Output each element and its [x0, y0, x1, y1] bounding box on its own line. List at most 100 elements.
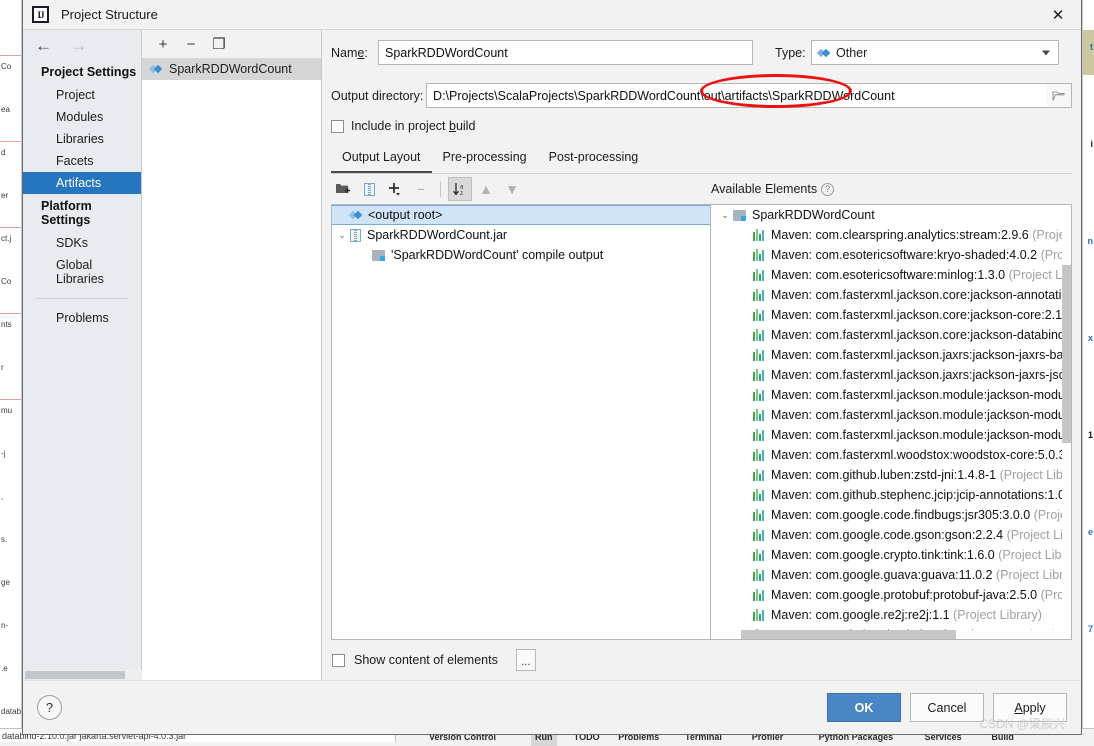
- arrow-right-icon[interactable]: →: [70, 37, 87, 54]
- background-text-fragment: ,: [1, 492, 4, 501]
- tree-row[interactable]: Maven: com.google.guava:guava:11.0.2 (Pr…: [711, 565, 1071, 585]
- background-text-fragment: ge: [1, 578, 10, 587]
- sidebar-item-facets[interactable]: Facets: [23, 150, 141, 172]
- archive-icon[interactable]: [357, 177, 381, 201]
- tree-row-source: (Project Librar: [996, 468, 1072, 482]
- tree-row[interactable]: Maven: com.github.stephenc.jcip:jcip-ann…: [711, 485, 1071, 505]
- library-icon: [753, 329, 765, 341]
- remove-artifact-button[interactable]: −: [180, 33, 202, 55]
- module-output-icon: [733, 209, 746, 221]
- sidebar-item-sdks[interactable]: SDKs: [23, 232, 141, 254]
- tab-post-processing[interactable]: Post-processing: [538, 146, 650, 173]
- background-text-fragment: d: [1, 148, 6, 157]
- tree-row[interactable]: Maven: com.google.crypto.tink:tink:1.6.0…: [711, 545, 1071, 565]
- background-text-fragment: ea: [1, 105, 10, 114]
- arrow-down-icon[interactable]: ▼: [500, 177, 524, 201]
- tab-output-layout[interactable]: Output Layout: [331, 146, 432, 173]
- name-input[interactable]: SparkRDDWordCount: [378, 40, 753, 65]
- output-directory-input[interactable]: D:\Projects\ScalaProjects\SparkRDDWordCo…: [426, 83, 1047, 108]
- minus-icon[interactable]: −: [409, 177, 433, 201]
- tree-row[interactable]: Maven: com.google.code.findbugs:jsr305:3…: [711, 505, 1071, 525]
- chevron-down-icon: [1042, 50, 1050, 55]
- tree-row[interactable]: ⌄ SparkRDDWordCount.jar: [332, 225, 710, 245]
- tree-row[interactable]: Maven: com.fasterxml.jackson.module:jack…: [711, 425, 1071, 445]
- sidebar-item-global-libraries[interactable]: Global Libraries: [23, 254, 141, 290]
- ok-button[interactable]: OK: [827, 693, 901, 722]
- tree-row-source: (Project Library: [992, 568, 1072, 582]
- library-icon: [753, 569, 765, 581]
- chevron-down-icon[interactable]: ⌄: [334, 230, 350, 241]
- sidebar-item-problems[interactable]: Problems: [23, 307, 141, 329]
- available-vertical-scrollbar[interactable]: [1062, 205, 1071, 639]
- sidebar-item-project[interactable]: Project: [23, 84, 141, 106]
- sidebar-list: Project Settings Project Modules Libraries F…: [23, 60, 141, 329]
- artifact-tabs: Output Layout Pre-processing Post-processi…: [331, 146, 1072, 174]
- show-content-row: Show content of elements ...: [331, 640, 1072, 680]
- tree-row[interactable]: Maven: com.google.re2j:re2j:1.1 (Project…: [711, 605, 1071, 625]
- tree-row[interactable]: Maven: com.fasterxml.woodstox:woodstox-c…: [711, 445, 1071, 465]
- apply-button[interactable]: Apply: [993, 693, 1067, 722]
- library-icon: [753, 589, 765, 601]
- folder-open-icon[interactable]: [1046, 83, 1073, 108]
- settings-sidebar: ← → Project Settings Project Modules Librar…: [23, 30, 142, 680]
- tab-pre-processing[interactable]: Pre-processing: [432, 146, 538, 173]
- show-content-checkbox[interactable]: [332, 653, 345, 667]
- library-icon: [753, 389, 765, 401]
- sort-az-icon[interactable]: a z: [448, 177, 472, 201]
- tree-row-label: Maven: com.google.guava:guava:11.0.2 (Pr…: [771, 568, 1072, 582]
- tree-row[interactable]: Maven: com.fasterxml.jackson.core:jackso…: [711, 305, 1071, 325]
- tree-row[interactable]: Maven: com.esotericsoftware:kryo-shaded:…: [711, 245, 1071, 265]
- tree-row[interactable]: Maven: com.fasterxml.jackson.jaxrs:jacks…: [711, 345, 1071, 365]
- tree-row[interactable]: Maven: com.fasterxml.jackson.core:jackso…: [711, 325, 1071, 345]
- tree-row[interactable]: 'SparkRDDWordCount' compile output: [332, 245, 710, 265]
- tree-row-label: SparkRDDWordCount.jar: [367, 228, 508, 242]
- tree-row[interactable]: Maven: com.github.luben:zstd-jni:1.4.8-1…: [711, 465, 1071, 485]
- output-layout-tree-panel: <output root> ⌄ SparkRDDWordCount.jar 'Spar…: [331, 204, 711, 640]
- folder-add-icon[interactable]: [331, 177, 355, 201]
- tree-row-label: Maven: com.fasterxml.jackson.module:jack…: [771, 408, 1072, 422]
- sidebar-group-title: Project Settings: [41, 65, 137, 79]
- tree-row[interactable]: <output root>: [332, 205, 710, 225]
- library-icon: [753, 249, 765, 261]
- arrow-up-icon[interactable]: ▲: [474, 177, 498, 201]
- tree-row[interactable]: Maven: com.esotericsoftware:minlog:1.3.0…: [711, 265, 1071, 285]
- arrow-left-icon[interactable]: ←: [35, 37, 52, 54]
- include-in-build-checkbox[interactable]: [331, 119, 344, 133]
- available-horizontal-scrollbar[interactable]: [711, 630, 1071, 639]
- tree-row[interactable]: Maven: com.fasterxml.jackson.core:jackso…: [711, 285, 1071, 305]
- more-options-button[interactable]: ...: [515, 649, 536, 671]
- type-combo[interactable]: Other: [811, 40, 1059, 65]
- sidebar-item-libraries[interactable]: Libraries: [23, 128, 141, 150]
- background-rule: [0, 227, 21, 228]
- tree-row-label: Maven: com.clearspring.analytics:stream:…: [771, 228, 1071, 242]
- plus-dropdown-icon[interactable]: [383, 177, 407, 201]
- tree-row-label: Maven: com.github.stephenc.jcip:jcip-ann…: [771, 488, 1072, 502]
- tree-row-label: Maven: com.github.luben:zstd-jni:1.4.8-1…: [771, 468, 1072, 482]
- close-icon[interactable]: ✕: [1035, 0, 1081, 29]
- tree-row-label: Maven: com.fasterxml.jackson.core:jackso…: [771, 328, 1072, 342]
- background-text-fragment: s.: [1, 535, 8, 544]
- sidebar-item-modules[interactable]: Modules: [23, 106, 141, 128]
- chevron-down-icon[interactable]: ⌄: [717, 210, 733, 221]
- copy-artifact-button[interactable]: ❐: [208, 33, 230, 55]
- intellij-logo-icon: IJ: [32, 6, 49, 23]
- tree-row-label: Maven: com.fasterxml.jackson.core:jackso…: [771, 308, 1072, 322]
- question-mark-icon[interactable]: ?: [821, 182, 835, 196]
- tree-row[interactable]: Maven: com.fasterxml.jackson.module:jack…: [711, 385, 1071, 405]
- tree-row[interactable]: Maven: com.fasterxml.jackson.jaxrs:jacks…: [711, 365, 1071, 385]
- cancel-button[interactable]: Cancel: [910, 693, 984, 722]
- add-artifact-button[interactable]: +: [152, 33, 174, 55]
- artifact-list-item[interactable]: SparkRDDWordCount: [142, 58, 321, 80]
- tree-row[interactable]: Maven: com.clearspring.analytics:stream:…: [711, 225, 1071, 245]
- sidebar-item-artifacts[interactable]: Artifacts: [23, 172, 141, 194]
- artifacts-toolbar: + − ❐: [142, 30, 321, 58]
- sidebar-horizontal-scrollbar[interactable]: [23, 670, 142, 680]
- include-in-build-row[interactable]: Include in project build: [331, 119, 1072, 133]
- library-icon: [753, 529, 765, 541]
- tree-row[interactable]: Maven: com.google.protobuf:protobuf-java…: [711, 585, 1071, 605]
- help-button[interactable]: ?: [37, 695, 62, 720]
- background-rule: [0, 55, 21, 56]
- tree-row[interactable]: Maven: com.google.code.gson:gson:2.2.4 (…: [711, 525, 1071, 545]
- tree-row[interactable]: ⌄ SparkRDDWordCount: [711, 205, 1071, 225]
- tree-row[interactable]: Maven: com.fasterxml.jackson.module:jack…: [711, 405, 1071, 425]
